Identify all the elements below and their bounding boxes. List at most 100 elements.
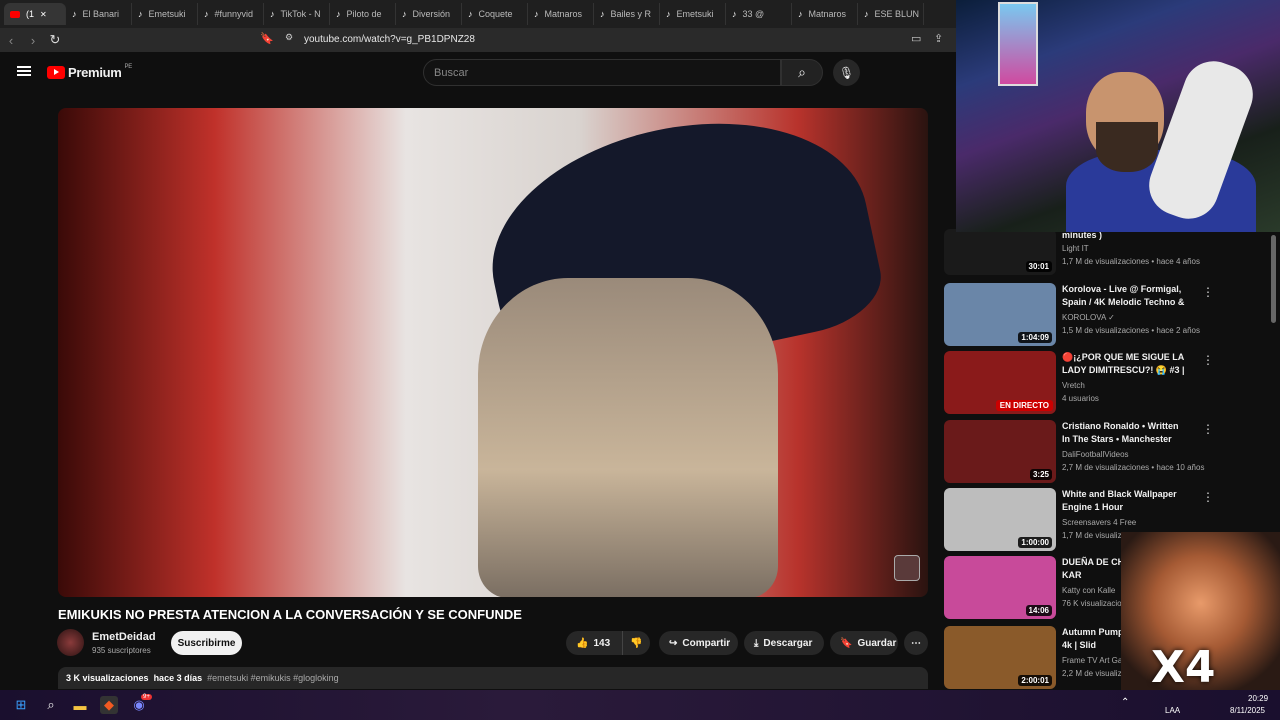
recommendation-channel[interactable]: Light IT — [1062, 244, 1089, 253]
back-icon[interactable]: ‹ — [0, 33, 22, 48]
recommendation-meta: 76 K visualizacio — [1062, 599, 1122, 608]
browser-tab[interactable]: ♪ Emetsuki — [132, 3, 198, 25]
browser-tab[interactable]: (1 ✕ — [4, 3, 66, 25]
tab-label: Diversión — [412, 9, 451, 19]
video-thumbnail[interactable]: 1:00:00 — [944, 488, 1056, 551]
more-vertical-icon[interactable]: ⋮ — [1202, 490, 1214, 504]
cast-icon[interactable]: ▭ — [911, 32, 921, 45]
recommendation-channel[interactable]: DaliFootballVideos — [1062, 450, 1129, 459]
hamburger-menu-icon[interactable] — [17, 66, 31, 76]
more-actions-button[interactable]: ⋯ — [904, 631, 928, 655]
browser-tab[interactable]: ♪ TikTok - N — [264, 3, 330, 25]
recommendation-title[interactable]: Korolova - Live @ Formigal, Spain / 4K M… — [1062, 283, 1187, 311]
browser-tab[interactable]: ♪ #funnyvid — [198, 3, 264, 25]
share-page-icon[interactable]: ⇪ — [934, 32, 943, 45]
forward-icon[interactable]: › — [22, 33, 44, 48]
description-box[interactable]: 3 K visualizaciones hace 3 días #emetsuk… — [58, 667, 928, 689]
recommendation-channel[interactable]: KOROLOVA ✓ — [1062, 313, 1115, 322]
browser-tab[interactable]: ♪ Emetsuki — [660, 3, 726, 25]
sidebar-scrollbar[interactable] — [1271, 235, 1276, 323]
video-thumbnail[interactable]: 3:25 — [944, 420, 1056, 483]
bookmark-icon[interactable]: 🔖 — [260, 32, 274, 45]
recommendation-title[interactable]: Cristiano Ronaldo • Written In The Stars… — [1062, 420, 1187, 448]
search-input[interactable]: Buscar — [423, 59, 781, 86]
like-count: 143 — [593, 637, 611, 649]
video-thumbnail[interactable]: 2:00:01 — [944, 626, 1056, 689]
tiktok-favicon-icon: ♪ — [534, 9, 539, 19]
hashtags[interactable]: #emetsuki #emikukis #glogloking — [207, 673, 339, 683]
recommendation-title[interactable]: 🔴¡¿POR QUE ME SIGUE LA LADY DIMITRESCU?!… — [1062, 351, 1187, 379]
file-explorer-icon[interactable]: ▬ — [71, 696, 89, 714]
upload-age: hace 3 días — [153, 673, 203, 683]
dislike-button[interactable]: 👎 — [622, 631, 650, 655]
tray-chevron-icon[interactable]: ⌃ — [1121, 697, 1129, 708]
browser-tab[interactable]: ♪ 33 @ — [726, 3, 792, 25]
video-frame-hair — [478, 278, 778, 597]
recommendation-item[interactable]: 3:25 Cristiano Ronaldo • Written In The S… — [944, 420, 1274, 484]
channel-name[interactable]: EmetDeidad — [92, 631, 156, 643]
recommendation-meta: 4 usuarios — [1062, 394, 1099, 403]
browser-tab[interactable]: ♪ ESE BLUN — [858, 3, 924, 25]
youtube-play-icon — [47, 66, 65, 79]
download-icon: ⤓ — [754, 637, 759, 649]
close-tab-icon[interactable]: ✕ — [40, 10, 47, 19]
tab-label: Emetsuki — [148, 9, 186, 19]
tab-label: Matnaros — [808, 9, 847, 19]
brave-browser-icon[interactable]: ◆ — [100, 696, 118, 714]
clock-time[interactable]: 20:29 — [1248, 694, 1268, 703]
channel-avatar[interactable] — [57, 629, 84, 656]
recommendation-channel[interactable]: Katty con Kalle — [1062, 586, 1115, 595]
save-button[interactable]: 🔖 Guardar — [830, 631, 898, 655]
recommendation-channel[interactable]: Vretch — [1062, 381, 1085, 390]
recommendation-item[interactable]: 1:04:09 Korolova - Live @ Formigal, Spain… — [944, 283, 1274, 347]
video-player[interactable] — [58, 108, 928, 597]
tiktok-favicon-icon: ♪ — [732, 9, 737, 19]
wall-poster — [998, 2, 1038, 86]
reload-icon[interactable]: ↻ — [44, 32, 66, 48]
site-info-icon[interactable]: ⚙ — [285, 32, 293, 43]
tiktok-favicon-icon: ♪ — [336, 9, 341, 19]
windows-start-icon[interactable]: ⊞ — [12, 696, 30, 714]
more-vertical-icon[interactable]: ⋮ — [1202, 353, 1214, 367]
download-label: Descargar — [763, 637, 813, 649]
taskbar-search-icon[interactable]: ⌕ — [42, 696, 60, 714]
browser-tab[interactable]: ♪ Piloto de — [330, 3, 396, 25]
recommendation-title[interactable]: White and Black Wallpaper Engine 1 Hour — [1062, 488, 1187, 514]
channel-watermark[interactable] — [894, 555, 920, 581]
clock-date[interactable]: 8/11/2025 — [1230, 706, 1265, 715]
browser-tab[interactable]: ♪ Matnaros — [528, 3, 594, 25]
url-text[interactable]: youtube.com/watch?v=g_PB1DPNZ28 — [304, 34, 475, 45]
video-thumbnail[interactable]: 14:06 — [944, 556, 1056, 619]
share-icon: ↪ — [669, 637, 678, 649]
subscribe-button[interactable]: Suscribirme — [171, 631, 242, 655]
browser-tab[interactable]: ♪ Bailes y R — [594, 3, 660, 25]
youtube-logo[interactable]: Premium PE — [47, 64, 132, 80]
language-indicator[interactable]: LAA — [1165, 706, 1180, 715]
tiktok-favicon-icon: ♪ — [666, 9, 671, 19]
thumbs-down-icon: 👎 — [630, 637, 643, 649]
video-thumbnail[interactable]: EN DIRECTO — [944, 351, 1056, 414]
browser-tab[interactable]: ♪ Coquete — [462, 3, 528, 25]
address-bar: ‹ › ↻ 🔖 ⚙ youtube.com/watch?v=g_PB1DPNZ2… — [0, 28, 956, 52]
youtube-favicon-icon — [10, 10, 20, 18]
more-vertical-icon[interactable]: ⋮ — [1202, 422, 1214, 436]
share-button[interactable]: ↪ Compartir — [659, 631, 738, 655]
like-button[interactable]: 👍 143 — [566, 631, 622, 655]
taskbar — [0, 690, 1280, 720]
recommendation-item[interactable]: EN DIRECTO 🔴¡¿POR QUE ME SIGUE LA LADY DI… — [944, 351, 1274, 415]
video-thumbnail[interactable]: 30:01 — [944, 229, 1056, 275]
video-thumbnail[interactable]: 1:04:09 — [944, 283, 1056, 346]
browser-tab[interactable]: ♪ El Banari — [66, 3, 132, 25]
recommendation-meta: 1,5 M de visualizaciones • hace 2 años — [1062, 326, 1200, 335]
download-button[interactable]: ⤓ Descargar — [744, 631, 824, 655]
browser-tab[interactable]: ♪ Matnaros — [792, 3, 858, 25]
tiktok-favicon-icon: ♪ — [402, 9, 407, 19]
more-vertical-icon[interactable]: ⋮ — [1202, 285, 1214, 299]
recommendation-channel[interactable]: Screensavers 4 Free — [1062, 518, 1136, 527]
voice-search-button[interactable]: 🎙 — [833, 59, 860, 86]
search-button[interactable]: ⌕ — [781, 59, 823, 86]
save-label: Guardar — [857, 637, 897, 649]
tab-label: El Banari — [82, 9, 120, 19]
browser-tab[interactable]: ♪ Diversión — [396, 3, 462, 25]
tab-label: #funnyvid — [214, 9, 254, 19]
